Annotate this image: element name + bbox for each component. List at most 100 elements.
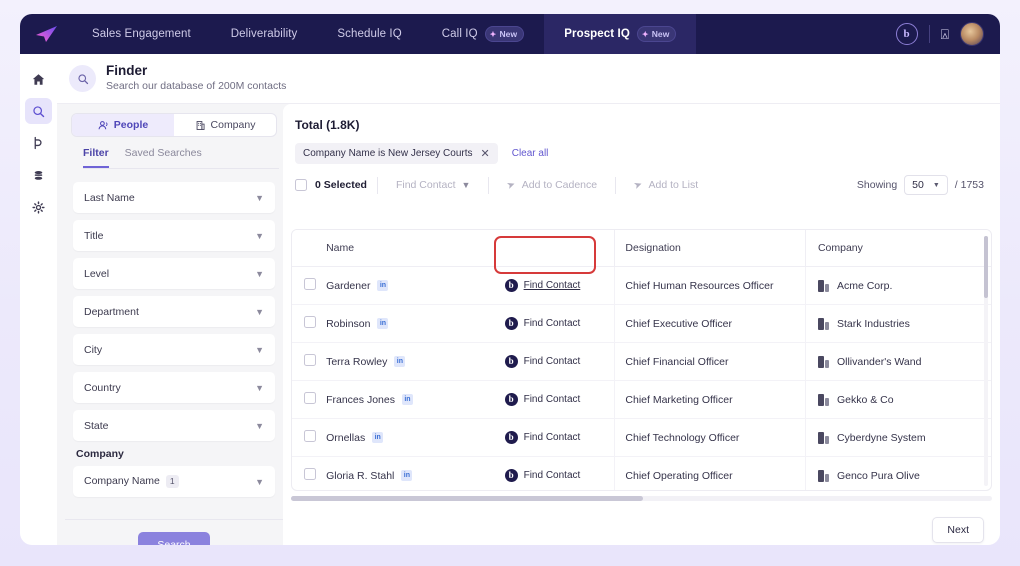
header-designation[interactable]: Designation [615, 230, 806, 267]
building-icon [818, 280, 829, 292]
find-contact-link[interactable]: bFind Contact [505, 355, 615, 368]
contact-name: Terra Rowley [326, 356, 387, 368]
sidebar-item-home[interactable] [25, 66, 52, 92]
find-contact-link[interactable]: bFind Contact [505, 317, 615, 330]
sidebar-item-search[interactable] [25, 98, 52, 124]
toggle-people[interactable]: People [72, 114, 174, 136]
filter-chip-company-name[interactable]: Company Name is New Jersey Courts ✕ [295, 143, 498, 164]
building-icon [818, 470, 829, 482]
page-subtitle: Search our database of 200M contacts [106, 80, 286, 94]
nav-tab-deliverability[interactable]: Deliverability [211, 14, 318, 54]
linkedin-icon[interactable]: in [372, 432, 383, 443]
add-to-cadence-label: Add to Cadence [522, 179, 597, 191]
sidebar-item-settings[interactable] [25, 194, 52, 220]
scrollbar-thumb[interactable] [291, 496, 643, 501]
next-page-button[interactable]: Next [932, 517, 984, 543]
chevron-down-icon: ▼ [255, 383, 264, 393]
entity-type-toggle: People Company [71, 113, 277, 137]
contact-name: Gardener [326, 280, 370, 292]
add-to-cadence-button[interactable]: ➤ Add to Cadence [499, 179, 605, 191]
headset-icon[interactable]: ⍓ [941, 26, 949, 43]
add-to-list-button[interactable]: ➤ Add to List [626, 179, 706, 191]
contact-name: Ornellas [326, 432, 365, 444]
prospect-b-icon [32, 136, 45, 150]
designation: Chief Executive Officer [625, 318, 732, 330]
app-logo[interactable] [20, 24, 72, 44]
add-to-list-label: Add to List [649, 179, 699, 191]
linkedin-icon[interactable]: in [401, 470, 412, 481]
row-checkbox[interactable] [304, 316, 316, 328]
nav-tab-prospect-iq[interactable]: Prospect IQ ✦ New [544, 14, 696, 54]
find-contact-label: Find Contact [524, 432, 581, 443]
scrollbar-thumb[interactable] [984, 236, 988, 298]
row-checkbox[interactable] [304, 392, 316, 404]
chevron-down-icon: ▼ [255, 421, 264, 431]
table-row[interactable]: Terra Rowleyin bFind Contact Chief Finan… [292, 343, 991, 381]
header-name[interactable]: Name [326, 230, 505, 267]
table-row[interactable]: Ornellasin bFind Contact Chief Technolog… [292, 419, 991, 457]
table-row[interactable]: Frances Jonesin bFind Contact Chief Mark… [292, 381, 991, 419]
prospect-b-icon: b [505, 279, 518, 292]
chevron-down-icon: ▼ [255, 477, 264, 487]
company-name: Gekko & Co [837, 394, 894, 406]
table-row[interactable]: Gloria R. Stahlin bFind Contact Chief Op… [292, 457, 991, 492]
filter-row-title[interactable]: Title ▼ [73, 220, 275, 251]
filter-row-last-name[interactable]: Last Name ▼ [73, 182, 275, 213]
filter-row-level[interactable]: Level ▼ [73, 258, 275, 289]
select-all-checkbox[interactable] [295, 179, 307, 191]
nav-tab-sales-engagement[interactable]: Sales Engagement [72, 14, 211, 54]
linkedin-icon[interactable]: in [394, 356, 405, 367]
nav-tab-schedule-iq[interactable]: Schedule IQ [317, 14, 421, 54]
search-button[interactable]: Search [138, 532, 209, 545]
find-contact-link[interactable]: bFind Contact [505, 279, 615, 292]
row-checkbox[interactable] [304, 468, 316, 480]
find-contact-link[interactable]: bFind Contact [505, 431, 615, 444]
filter-row-company-name[interactable]: Company Name 1 ▼ [73, 466, 275, 497]
table-vertical-scrollbar[interactable] [984, 236, 988, 486]
find-contact-link[interactable]: bFind Contact [505, 469, 615, 482]
sidebar-item-prospect[interactable] [25, 130, 52, 156]
table-row[interactable]: Gardener in bFind Contact Chief Human Res… [292, 267, 991, 305]
sidebar-item-data[interactable] [25, 162, 52, 188]
row-checkbox[interactable] [304, 278, 316, 290]
header-company[interactable]: Company [805, 230, 991, 267]
designation: Chief Marketing Officer [625, 394, 732, 406]
linkedin-icon[interactable]: in [377, 280, 388, 291]
find-contact-dropdown[interactable]: Find Contact ▼ [388, 179, 478, 191]
table-row[interactable]: Robinsonin bFind Contact Chief Executive… [292, 305, 991, 343]
linkedin-icon[interactable]: in [402, 394, 413, 405]
filter-row-city[interactable]: City ▼ [73, 334, 275, 365]
new-badge: ✦ New [637, 26, 677, 42]
building-icon [818, 394, 829, 406]
find-contact-link[interactable]: bFind Contact [505, 393, 615, 406]
nav-tab-label: Call IQ [442, 28, 478, 40]
toggle-company[interactable]: Company [174, 114, 276, 136]
tab-filter[interactable]: Filter [83, 147, 109, 168]
filter-row-department[interactable]: Department ▼ [73, 296, 275, 327]
row-checkbox[interactable] [304, 430, 316, 442]
designation: Chief Human Resources Officer [625, 280, 773, 292]
close-icon[interactable]: ✕ [481, 147, 490, 160]
brand-mark-icon[interactable]: b [896, 23, 918, 45]
filter-row-state[interactable]: State ▼ [73, 410, 275, 441]
showing-total: / 1753 [955, 179, 984, 191]
nav-tab-label: Sales Engagement [92, 28, 191, 40]
linkedin-icon[interactable]: in [377, 318, 388, 329]
filter-row-country[interactable]: Country ▼ [73, 372, 275, 403]
database-icon [32, 169, 45, 182]
prospect-b-icon: b [505, 469, 518, 482]
chevron-down-icon: ▼ [255, 345, 264, 355]
avatar[interactable] [960, 22, 984, 46]
filter-label: City [84, 344, 102, 356]
clear-all-link[interactable]: Clear all [512, 148, 549, 159]
filter-label: Country [84, 382, 121, 394]
page-size-select[interactable]: 50 ▼ [904, 175, 948, 195]
building-icon [195, 120, 206, 131]
table-horizontal-scrollbar[interactable] [291, 496, 992, 501]
nav-divider [929, 25, 930, 43]
nav-tab-list: Sales Engagement Deliverability Schedule… [72, 14, 896, 54]
row-checkbox[interactable] [304, 354, 316, 366]
pagination: Next [932, 517, 984, 543]
tab-saved-searches[interactable]: Saved Searches [125, 147, 202, 168]
nav-tab-call-iq[interactable]: Call IQ ✦ New [422, 14, 544, 54]
